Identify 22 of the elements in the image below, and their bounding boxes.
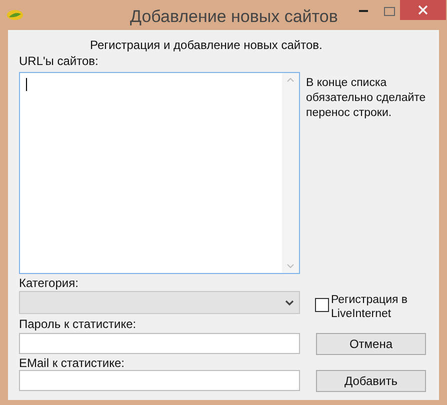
liveinternet-label: Регистрация в LiveInternet <box>331 293 409 321</box>
add-button[interactable]: Добавить <box>316 370 426 392</box>
password-field[interactable] <box>19 333 300 354</box>
app-icon <box>6 9 24 21</box>
chevron-down-icon <box>285 300 294 306</box>
scroll-down-icon <box>287 264 294 268</box>
category-label: Категория: <box>19 275 78 292</box>
heading-text: Регистрация и добавление новых сайтов. <box>90 37 322 54</box>
password-label: Пароль к статистике: <box>19 316 136 333</box>
window-title: Добавление новых сайтов <box>130 6 338 28</box>
email-field[interactable] <box>19 370 300 391</box>
minimize-icon <box>358 10 368 12</box>
close-icon <box>418 5 428 15</box>
maximize-icon <box>384 6 394 16</box>
close-button[interactable] <box>400 0 446 20</box>
text-cursor <box>26 78 27 91</box>
urls-hint: В конце списка обязательно сделайте перенос строки. <box>306 76 427 121</box>
urls-label: URL'ы сайтов: <box>19 53 98 70</box>
email-label: EMail к статистике: <box>19 355 124 372</box>
scroll-up-icon <box>287 78 294 82</box>
liveinternet-checkbox[interactable] <box>315 298 329 312</box>
cancel-button[interactable]: Отмена <box>316 333 426 355</box>
